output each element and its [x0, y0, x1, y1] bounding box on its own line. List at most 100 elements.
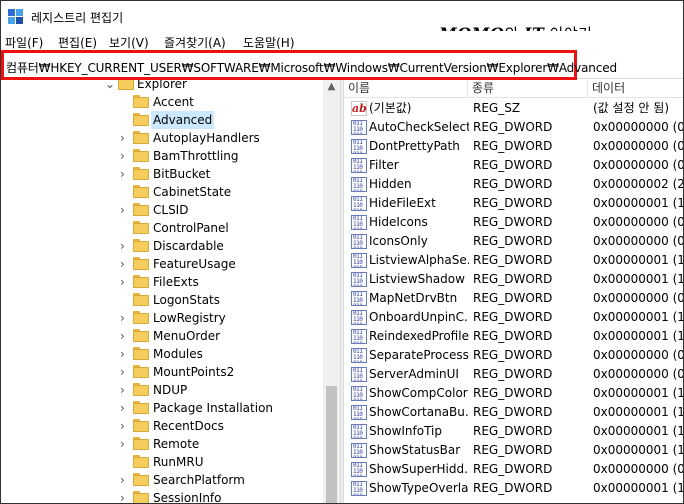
chevron-right-icon[interactable]: ›	[120, 366, 130, 378]
value-row[interactable]: 011 110 010ShowCompColor REG_DWORD 0x00000…	[344, 384, 683, 403]
chevron-right-icon[interactable]: ›	[120, 474, 130, 486]
tree-item[interactable]: › Package Installation	[1, 399, 323, 417]
value-row[interactable]: 011 110 010SeparateProcess REG_DWORD 0x000…	[344, 346, 683, 365]
value-row[interactable]: 011 110 010DontPrettyPath REG_DWORD 0x0000…	[344, 137, 683, 156]
tree-item[interactable]: ControlPanel	[1, 219, 323, 237]
value-name: ShowSuperHidd...	[369, 462, 469, 476]
chevron-right-icon[interactable]: ›	[120, 258, 130, 270]
key-tree-pane[interactable]: ⌄ Explorer Accent Advanced › AutoplayHandlers…	[1, 80, 340, 503]
value-row[interactable]: 011 110 010MapNetDrvBtn REG_DWORD 0x000000…	[344, 289, 683, 308]
menu-edit[interactable]: 편집(E)	[58, 34, 97, 49]
chevron-right-icon[interactable]: ›	[120, 150, 130, 162]
value-row[interactable]: 011 110 010ShowCortanaBu... REG_DWORD 0x00…	[344, 403, 683, 422]
tree-item[interactable]: LogonStats	[1, 291, 323, 309]
value-name: ShowCortanaBu...	[369, 405, 469, 419]
chevron-right-icon[interactable]: ›	[120, 240, 130, 252]
value-data: 0x00000001 (1)	[593, 310, 683, 324]
menu-favorites[interactable]: 즐겨찾기(A)	[164, 34, 226, 49]
value-row[interactable]: 011 110 010Filter REG_DWORD 0x00000000 (0)	[344, 156, 683, 175]
tree-item[interactable]: › LowRegistry	[1, 309, 323, 327]
tree-item[interactable]: CabinetState	[1, 183, 323, 201]
value-data: 0x00000000 (0)	[593, 139, 683, 153]
scroll-up-icon[interactable]: ▲	[326, 82, 337, 92]
value-row[interactable]: 011 110 010ShowInfoTip REG_DWORD 0x0000000…	[344, 422, 683, 441]
tree-item[interactable]: Advanced	[1, 111, 323, 129]
tree-item[interactable]: › MenuOrder	[1, 327, 323, 345]
value-row[interactable]: ab (기본값) REG_SZ (값 설정 안 됨)	[344, 99, 683, 118]
value-row[interactable]: 011 110 010HideIcons REG_DWORD 0x00000000 …	[344, 213, 683, 232]
tree-item[interactable]: › SearchPlatform	[1, 471, 323, 489]
chevron-right-icon[interactable]: ›	[120, 438, 130, 450]
value-row[interactable]: 011 110 010ShowTypeOverlay REG_DWORD 0x000…	[344, 479, 683, 498]
value-name: HideFileExt	[369, 196, 436, 210]
chevron-right-icon[interactable]: ›	[120, 402, 130, 414]
value-data: 0x00000000 (0)	[593, 158, 683, 172]
chevron-right-icon[interactable]: ›	[120, 348, 130, 360]
tree-item[interactable]: › FeatureUsage	[1, 255, 323, 273]
value-row[interactable]: 011 110 010IconsOnly REG_DWORD 0x00000000 …	[344, 232, 683, 251]
tree-item[interactable]: › FileExts	[1, 273, 323, 291]
tree-item[interactable]: › NDUP	[1, 381, 323, 399]
value-row[interactable]: 011 110 010ShowStatusBar REG_DWORD 0x00000…	[344, 441, 683, 460]
chevron-right-icon[interactable]: ›	[120, 492, 130, 503]
value-row[interactable]: 011 110 010HideFileExt REG_DWORD 0x0000000…	[344, 194, 683, 213]
chevron-right-icon[interactable]: ›	[120, 132, 130, 144]
menu-file[interactable]: 파일(F)	[5, 34, 43, 49]
tree-scrollbar-thumb[interactable]	[326, 386, 337, 503]
chevron-right-icon[interactable]: ›	[120, 312, 130, 324]
tree-item[interactable]: › SessionInfo	[1, 489, 323, 503]
tree-item-label: CabinetState	[153, 185, 232, 199]
folder-icon	[133, 113, 149, 126]
tree-item[interactable]: › BamThrottling	[1, 147, 323, 165]
tree-item-explorer[interactable]: ⌄ Explorer	[1, 80, 323, 93]
tree-item[interactable]: › Modules	[1, 345, 323, 363]
value-data: 0x00000000 (0)	[593, 462, 683, 476]
values-pane[interactable]: 이름 종류 데이터 ab (기본값) REG_SZ (값 설정 안 됨) 011 110…	[344, 80, 683, 503]
menu-help[interactable]: 도움말(H)	[243, 34, 295, 49]
tree-item[interactable]: › BitBucket	[1, 165, 323, 183]
chevron-right-icon[interactable]: ›	[120, 276, 130, 288]
value-type: REG_DWORD	[473, 405, 553, 419]
value-row[interactable]: 011 110 010Hidden REG_DWORD 0x00000002 (2)	[344, 175, 683, 194]
value-name: ServerAdminUI	[369, 367, 459, 381]
binary-value-icon: 011 110 010	[351, 253, 367, 268]
tree-scrollbar[interactable]: ▲	[323, 80, 340, 503]
chevron-right-icon[interactable]: ›	[120, 204, 130, 216]
folder-icon	[133, 491, 149, 503]
binary-value-icon: 011 110 010	[351, 424, 367, 439]
value-row[interactable]: 011 110 010AutoCheckSelect REG_DWORD 0x000…	[344, 118, 683, 137]
value-row[interactable]: 011 110 010OnboardUnpinC... REG_DWORD 0x00…	[344, 308, 683, 327]
value-row[interactable]: 011 110 010ListviewAlphaSe... REG_DWORD 0x…	[344, 251, 683, 270]
chevron-right-icon[interactable]: ›	[120, 168, 130, 180]
address-path[interactable]: 컴퓨터₩HKEY_CURRENT_USER₩SOFTWARE₩Microsoft…	[6, 59, 617, 76]
value-row[interactable]: 011 110 010ReindexedProfile REG_DWORD 0x00…	[344, 327, 683, 346]
column-header-data[interactable]: 데이터	[588, 80, 683, 98]
folder-icon	[133, 455, 149, 468]
chevron-right-icon[interactable]: ›	[120, 330, 130, 342]
tree-item[interactable]: › RecentDocs	[1, 417, 323, 435]
value-name: ShowInfoTip	[369, 424, 443, 438]
tree-item[interactable]: RunMRU	[1, 453, 323, 471]
tree-item[interactable]: › AutoplayHandlers	[1, 129, 323, 147]
menu-view[interactable]: 보기(V)	[109, 34, 149, 49]
tree-item-label: ControlPanel	[153, 221, 229, 235]
column-header: 이름 종류 데이터	[344, 80, 683, 98]
tree-item-label: SearchPlatform	[153, 473, 245, 487]
value-data: 0x00000000 (0)	[593, 291, 683, 305]
binary-value-icon: 011 110 010	[351, 177, 367, 192]
tree-item[interactable]: › CLSID	[1, 201, 323, 219]
value-row[interactable]: 011 110 010ServerAdminUI REG_DWORD 0x00000…	[344, 365, 683, 384]
tree-item[interactable]: Accent	[1, 93, 323, 111]
column-header-name[interactable]: 이름	[344, 80, 468, 98]
chevron-right-icon[interactable]: ›	[120, 384, 130, 396]
tree-item[interactable]: › MountPoints2	[1, 363, 323, 381]
tree-item[interactable]: › Discardable	[1, 237, 323, 255]
binary-value-icon: 011 110 010	[351, 120, 367, 135]
chevron-down-icon[interactable]: ⌄	[105, 80, 115, 90]
value-row[interactable]: 011 110 010ListviewShadow REG_DWORD 0x0000…	[344, 270, 683, 289]
address-highlight-box[interactable]: 컴퓨터₩HKEY_CURRENT_USER₩SOFTWARE₩Microsoft…	[1, 50, 617, 80]
chevron-right-icon[interactable]: ›	[120, 420, 130, 432]
value-row[interactable]: 011 110 010ShowSuperHidd... REG_DWORD 0x00…	[344, 460, 683, 479]
column-header-type[interactable]: 종류	[468, 80, 588, 98]
tree-item[interactable]: › Remote	[1, 435, 323, 453]
